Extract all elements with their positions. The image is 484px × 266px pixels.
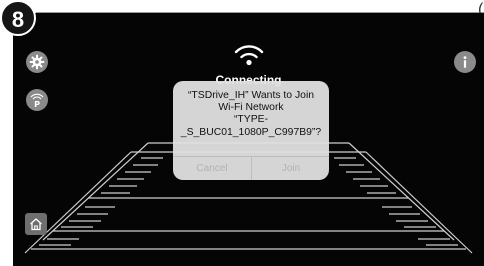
app-screen: Connecting P “TSDrive_IH” Wants to Join … [13,13,484,266]
wifi-icon [233,41,265,69]
cancel-button[interactable]: Cancel [173,157,251,180]
alert-message-line: _S_BUC01_1080P_C997B9”? [180,126,322,138]
alert-message-line: “TSDrive_IH” Wants to Join [187,90,315,101]
step-number-badge: 8 [0,0,36,36]
home-icon [30,218,42,231]
parking-button[interactable]: P [26,89,48,111]
wifi-join-alert: “TSDrive_IH” Wants to Join Wi-Fi Network… [173,81,329,180]
alert-message-line: Wi-Fi Network [218,102,284,114]
gear-icon [29,54,45,70]
svg-text:P: P [34,100,40,109]
info-button[interactable] [454,51,476,73]
alert-message-line: “TYPE- [233,114,269,126]
parking-icon: P [30,93,44,109]
settings-button[interactable] [26,51,48,73]
home-button[interactable] [25,213,47,235]
info-icon [463,56,467,68]
alert-message: “TSDrive_IH” Wants to Join Wi-Fi Network… [179,90,323,139]
join-button[interactable]: Join [252,157,329,180]
instruction-figure: (Connecting P “TSDrive_IH” Wants to Joi… [0,0,484,266]
